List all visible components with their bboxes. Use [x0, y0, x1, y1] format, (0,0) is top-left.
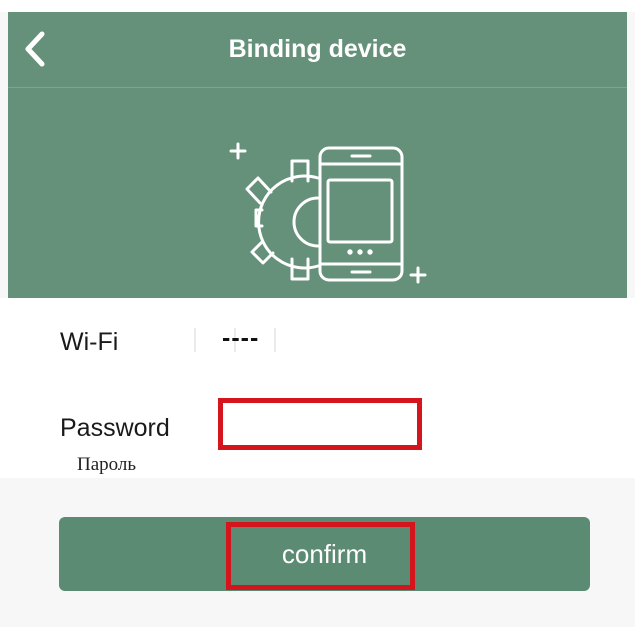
wifi-row: Wi-Fi ----	[0, 298, 635, 388]
password-label-russian: Пароль	[77, 454, 137, 475]
page-title: Binding device	[228, 35, 407, 63]
password-label: Password	[60, 414, 170, 442]
confirm-label: confirm	[281, 539, 368, 569]
header: Binding device	[8, 12, 627, 298]
navbar: Binding device	[8, 12, 627, 87]
wifi-label: Wi-Fi	[60, 328, 119, 356]
top-strip	[0, 0, 635, 12]
password-row: Password Пароль	[0, 388, 635, 478]
password-input[interactable]	[218, 398, 422, 450]
wifi-value[interactable]: ----	[222, 324, 259, 353]
navbar-divider	[8, 87, 627, 88]
confirm-button[interactable]: confirm	[59, 517, 590, 591]
phone-gear-icon	[229, 142, 427, 284]
